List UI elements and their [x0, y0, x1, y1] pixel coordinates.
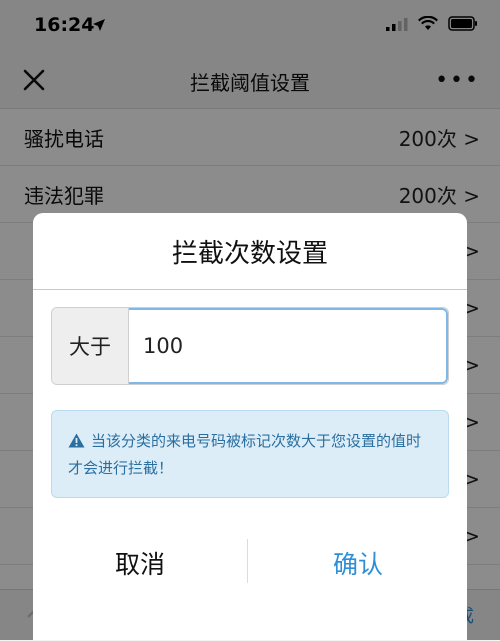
warning-icon [68, 431, 85, 456]
dialog-actions: 取消 确认 [33, 535, 467, 591]
confirm-button[interactable]: 确认 [249, 535, 467, 591]
cancel-button[interactable]: 取消 [33, 535, 247, 591]
dialog-title: 拦截次数设置 [171, 239, 328, 269]
count-input-group: 大于 [51, 307, 449, 385]
input-prefix-label: 大于 [52, 308, 129, 384]
dialog-divider [33, 289, 467, 290]
count-input[interactable] [129, 308, 448, 384]
button-divider [247, 539, 248, 583]
notice-box: 当该分类的来电号码被标记次数大于您设置的值时才会进行拦截！ [51, 410, 449, 498]
threshold-dialog: 拦截次数设置 大于 当该分类的来电号码被标记次数大于您设置的值时才会进行拦截！ … [33, 213, 467, 640]
notice-text: 当该分类的来电号码被标记次数大于您设置的值时才会进行拦截！ [68, 432, 422, 477]
